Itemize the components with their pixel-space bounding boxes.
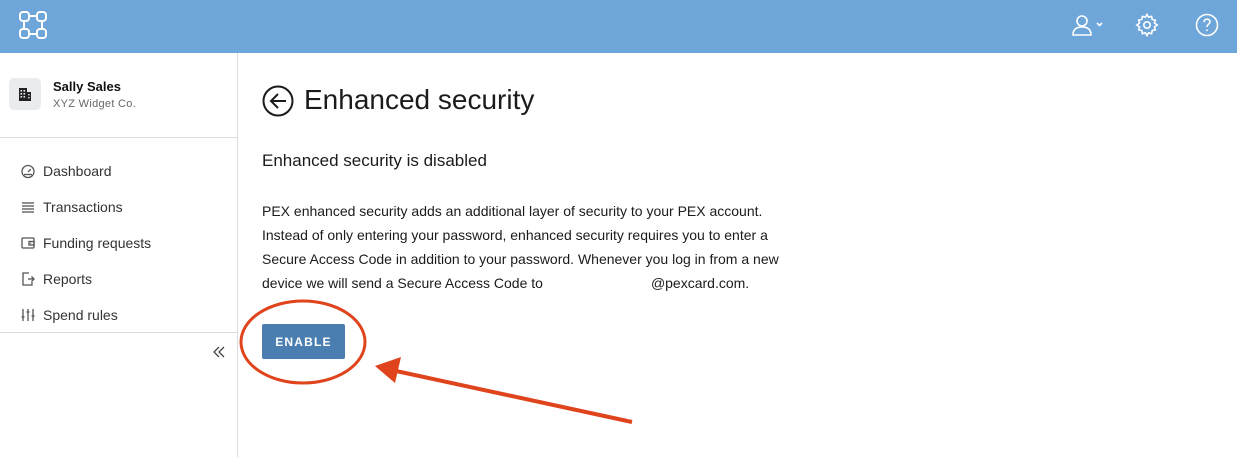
- description-line: Secure Access Code in addition to your p…: [262, 251, 779, 267]
- sidebar-item-label: Dashboard: [43, 163, 112, 179]
- sidebar-item-label: Spend rules: [43, 307, 118, 323]
- page-title: Enhanced security: [304, 84, 535, 115]
- sidebar-nav: Dashboard Transactions Funding requests: [0, 153, 237, 333]
- double-chevron-left-icon[interactable]: [210, 343, 228, 361]
- dashboard-icon: [21, 164, 35, 179]
- grid-logo-icon[interactable]: [18, 10, 48, 40]
- description-line: PEX enhanced security adds an additional…: [262, 203, 763, 219]
- sidebar-item-dashboard[interactable]: Dashboard: [0, 153, 237, 189]
- sidebar: Sally Sales XYZ Widget Co. Dashboard Tra…: [0, 53, 238, 457]
- help-icon[interactable]: [1195, 12, 1219, 38]
- profile-company: XYZ Widget Co.: [53, 98, 137, 110]
- list-icon: [22, 202, 34, 213]
- user-menu-icon[interactable]: [1070, 12, 1106, 38]
- sidebar-item-reports[interactable]: Reports: [0, 261, 237, 297]
- profile-card[interactable]: Sally Sales XYZ Widget Co.: [0, 53, 237, 138]
- description-line: Instead of only entering your password, …: [262, 227, 768, 243]
- email-domain: @pexcard.com.: [650, 275, 750, 291]
- building-icon: [19, 88, 31, 101]
- sidebar-item-label: Transactions: [43, 199, 123, 215]
- back-arrow-icon[interactable]: [262, 85, 294, 117]
- report-icon: [22, 272, 35, 286]
- sidebar-item-transactions[interactable]: Transactions: [0, 189, 237, 225]
- avatar: [9, 78, 41, 110]
- sidebar-item-spend-rules[interactable]: Spend rules: [0, 297, 237, 333]
- sidebar-item-label: Funding requests: [43, 235, 152, 251]
- sidebar-divider: [0, 332, 237, 333]
- main-content: Enhanced security Enhanced security is d…: [238, 53, 1237, 457]
- top-bar: [0, 0, 1237, 53]
- profile-name: Sally Sales: [53, 79, 121, 94]
- sliders-icon: [21, 309, 35, 321]
- enable-button[interactable]: ENABLE: [262, 324, 345, 359]
- security-status: Enhanced security is disabled: [262, 151, 487, 170]
- gear-icon[interactable]: [1135, 12, 1159, 38]
- sidebar-item-funding-requests[interactable]: Funding requests: [0, 225, 237, 261]
- sidebar-item-label: Reports: [43, 271, 93, 287]
- description-line: device we will send a Secure Access Code…: [262, 275, 543, 291]
- description: PEX enhanced security adds an additional…: [262, 199, 842, 295]
- description-line-last: device we will send a Secure Access Code…: [262, 271, 842, 295]
- wallet-icon: [21, 237, 35, 249]
